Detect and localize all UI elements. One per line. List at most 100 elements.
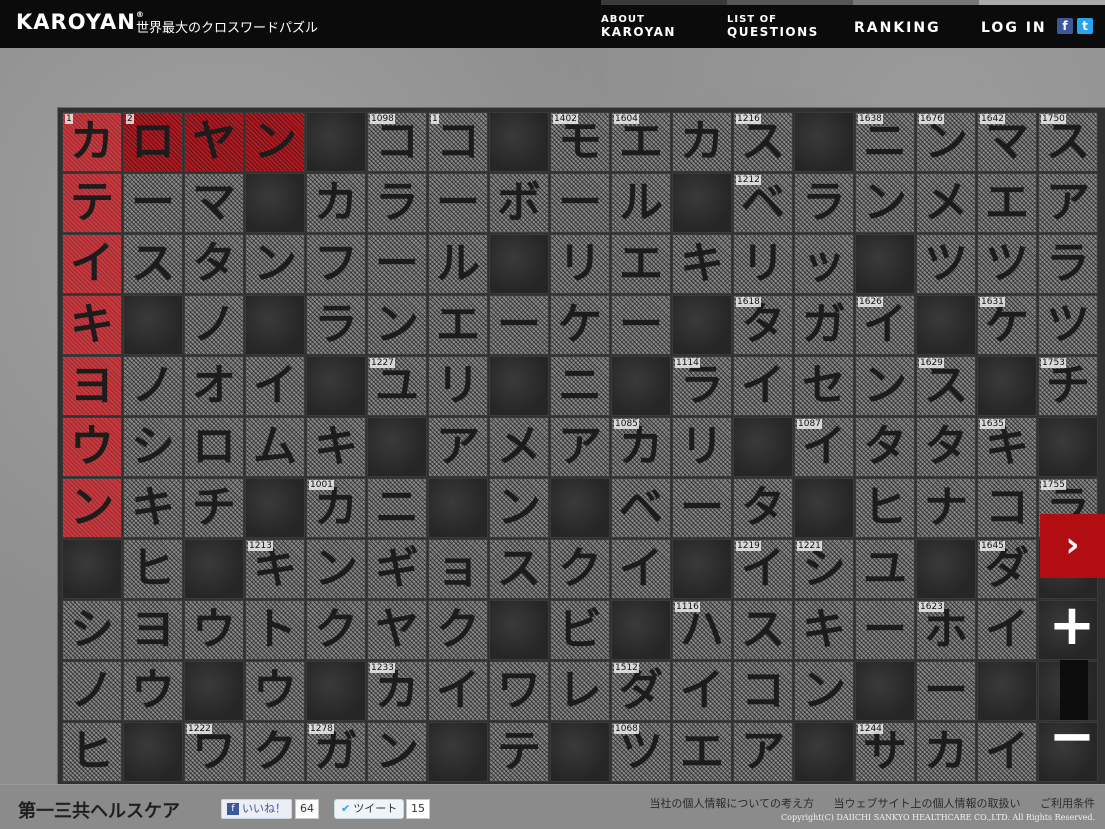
crossword-black-cell[interactable] [123, 722, 183, 782]
crossword-cell[interactable]: カ 1233 [367, 661, 427, 721]
crossword-black-cell[interactable] [855, 234, 915, 294]
crossword-cell[interactable]: イ [428, 661, 488, 721]
crossword-cell[interactable]: ン [367, 295, 427, 355]
crossword-cell-highlighted[interactable]: テ [62, 173, 122, 233]
crossword-cell[interactable]: イ [611, 539, 671, 599]
crossword-cell[interactable]: ョ [428, 539, 488, 599]
crossword-cell-highlighted[interactable]: ロ2 [123, 112, 183, 172]
crossword-cell[interactable]: エ [428, 295, 488, 355]
crossword-cell[interactable]: ア [733, 722, 793, 782]
crossword-cell[interactable]: マ 1642 [977, 112, 1037, 172]
crossword-cell[interactable]: ス [489, 539, 549, 599]
crossword-black-cell[interactable] [428, 478, 488, 538]
crossword-cell[interactable]: ン [245, 234, 305, 294]
crossword-cell[interactable]: シ 1221 [794, 539, 854, 599]
crossword-cell[interactable]: ス [733, 600, 793, 660]
crossword-cell[interactable]: ー [611, 295, 671, 355]
facebook-icon[interactable]: f [1057, 18, 1073, 34]
crossword-cell[interactable]: ス 1750 [1038, 112, 1098, 172]
facebook-like-button[interactable]: f いいね！ [221, 799, 292, 819]
personal-info-link[interactable]: 当ウェブサイト上の個人情報の取扱い [834, 797, 1021, 810]
crossword-cell[interactable]: ワ 1222 [184, 722, 244, 782]
crossword-black-cell[interactable] [611, 356, 671, 416]
crossword-cell[interactable]: ー [428, 173, 488, 233]
crossword-black-cell[interactable] [611, 600, 671, 660]
crossword-cell[interactable]: キ [306, 417, 366, 477]
crossword-black-cell[interactable] [916, 295, 976, 355]
crossword-cell[interactable]: マ [184, 173, 244, 233]
crossword-cell[interactable]: コ1 [428, 112, 488, 172]
sponsor-brand[interactable]: 第一三共ヘルスケア [18, 797, 180, 823]
crossword-cell[interactable]: シ [123, 417, 183, 477]
crossword-cell[interactable]: コ [733, 661, 793, 721]
crossword-cell[interactable]: ツ [1038, 295, 1098, 355]
crossword-cell[interactable]: ツ 1068 [611, 722, 671, 782]
crossword-cell[interactable]: ン [855, 173, 915, 233]
privacy-policy-link[interactable]: 当社の個人情報についての考え方 [649, 797, 814, 810]
crossword-cell[interactable]: ト [245, 600, 305, 660]
crossword-cell[interactable]: モ 1402 [550, 112, 610, 172]
nav-about-karoyan[interactable]: ABOUT KAROYAN [601, 5, 721, 48]
crossword-cell-highlighted[interactable]: ン [62, 478, 122, 538]
crossword-cell[interactable]: イ [977, 722, 1037, 782]
crossword-black-cell[interactable] [184, 661, 244, 721]
crossword-cell[interactable]: ウ [123, 661, 183, 721]
crossword-cell[interactable]: リ [733, 234, 793, 294]
crossword-cell[interactable]: ン 1676 [916, 112, 976, 172]
crossword-cell[interactable]: キ 1635 [977, 417, 1037, 477]
crossword-cell[interactable]: ベ 1212 [733, 173, 793, 233]
crossword-black-cell[interactable] [855, 661, 915, 721]
crossword-cell[interactable]: ユ 1227 [367, 356, 427, 416]
crossword-cell[interactable]: ー [550, 173, 610, 233]
crossword-cell[interactable]: カ [672, 112, 732, 172]
crossword-cell[interactable]: タ [855, 417, 915, 477]
crossword-black-cell[interactable] [550, 478, 610, 538]
crossword-cell[interactable]: イ [672, 661, 732, 721]
crossword-cell-highlighted[interactable]: ヤ [184, 112, 244, 172]
crossword-cell[interactable]: ー [123, 173, 183, 233]
crossword-cell[interactable]: ノ [123, 356, 183, 416]
crossword-black-cell[interactable] [489, 356, 549, 416]
crossword-cell[interactable]: ベ [611, 478, 671, 538]
crossword-cell[interactable]: ダ 1512 [611, 661, 671, 721]
crossword-cell[interactable]: カ 1085 [611, 417, 671, 477]
crossword-cell[interactable]: ル [428, 234, 488, 294]
crossword-black-cell[interactable] [672, 539, 732, 599]
crossword-cell[interactable]: ケ 1631 [977, 295, 1037, 355]
crossword-black-cell[interactable] [672, 173, 732, 233]
crossword-cell[interactable]: ハ 1116 [672, 600, 732, 660]
crossword-black-cell[interactable] [306, 112, 366, 172]
zoom-out-icon[interactable]: − [1046, 709, 1098, 765]
crossword-cell[interactable]: ヒ [855, 478, 915, 538]
crossword-cell[interactable]: ニ [550, 356, 610, 416]
crossword-cell[interactable]: イ 1219 [733, 539, 793, 599]
crossword-cell-highlighted[interactable]: ン [245, 112, 305, 172]
terms-of-use-link[interactable]: ご利用条件 [1040, 797, 1095, 810]
crossword-cell[interactable]: エ 1604 [611, 112, 671, 172]
crossword-cell[interactable]: ラ [306, 295, 366, 355]
crossword-cell[interactable]: ク [550, 539, 610, 599]
crossword-cell[interactable]: メ [916, 173, 976, 233]
crossword-black-cell[interactable] [672, 295, 732, 355]
crossword-cell[interactable]: イ [245, 356, 305, 416]
crossword-cell[interactable]: ダ 1645 [977, 539, 1037, 599]
crossword-cell[interactable]: ン [306, 539, 366, 599]
crossword-cell[interactable]: ケ [550, 295, 610, 355]
crossword-cell[interactable]: キ [794, 600, 854, 660]
crossword-cell[interactable]: ッ [794, 234, 854, 294]
crossword-cell[interactable]: ン [855, 356, 915, 416]
crossword-black-cell[interactable] [489, 234, 549, 294]
crossword-cell[interactable]: ビ [550, 600, 610, 660]
next-arrow-button[interactable]: › [1040, 514, 1105, 578]
crossword-black-cell[interactable] [245, 478, 305, 538]
crossword-cell[interactable]: ル [611, 173, 671, 233]
crossword-black-cell[interactable] [306, 661, 366, 721]
crossword-cell[interactable]: ノ [184, 295, 244, 355]
crossword-cell[interactable]: エ [611, 234, 671, 294]
nav-ranking[interactable]: RANKING [854, 5, 964, 48]
crossword-black-cell[interactable] [794, 112, 854, 172]
crossword-cell[interactable]: イ 1087 [794, 417, 854, 477]
crossword-cell[interactable]: サ 1244 [855, 722, 915, 782]
twitter-icon[interactable]: t [1077, 18, 1093, 34]
crossword-cell[interactable]: ク [245, 722, 305, 782]
